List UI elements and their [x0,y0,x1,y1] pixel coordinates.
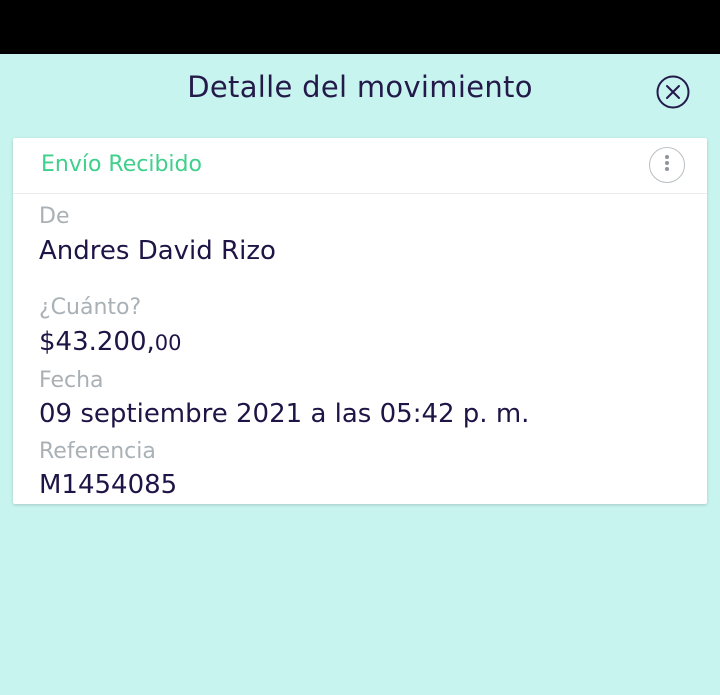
amount-label: ¿Cuánto? [39,295,142,320]
date-value: 09 septiembre 2021 a las 05:42 p. m. [39,399,530,429]
amount-main: $43.200, [39,327,155,357]
reference-value: M1454085 [39,470,178,500]
close-button[interactable] [656,75,690,109]
close-icon [656,75,690,109]
page-title: Detalle del movimiento [187,70,533,104]
status-label: Envío Recibido [41,152,202,177]
more-options-button[interactable] [649,147,685,183]
from-label: De [39,204,70,229]
card-header: Envío Recibido [13,138,707,194]
reference-label: Referencia [39,439,156,464]
amount-value: $43.200,00 [39,327,182,357]
amount-cents: 00 [154,331,182,355]
date-label: Fecha [39,368,104,393]
transaction-card: Envío Recibido De Andres David Rizo ¿Cuá… [13,138,707,504]
more-vertical-icon [664,154,670,176]
from-value: Andres David Rizo [39,236,276,266]
status-bar [0,0,720,54]
